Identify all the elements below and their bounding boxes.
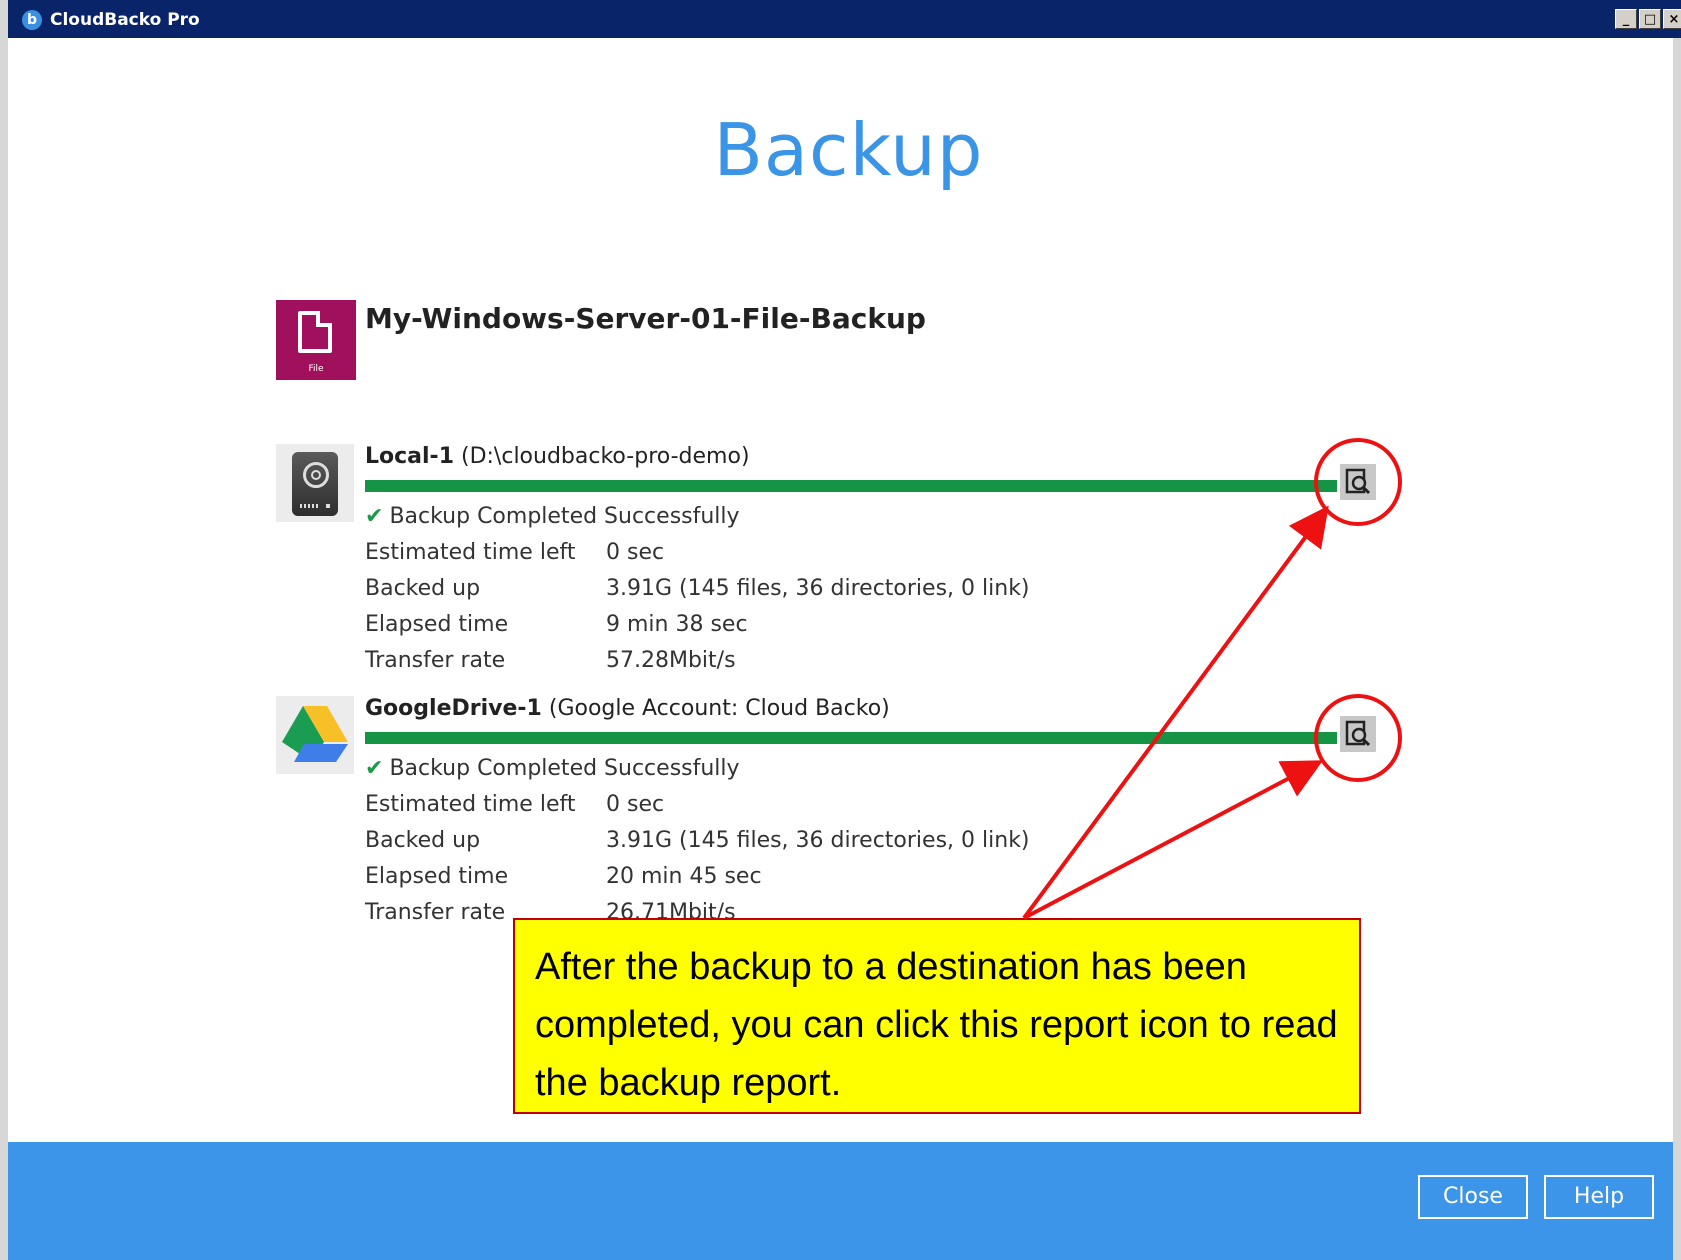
stat-value: 3.91G (145 files, 36 directories, 0 link… bbox=[606, 828, 1030, 853]
check-icon: ✔ bbox=[365, 504, 384, 529]
stat-value: 0 sec bbox=[606, 540, 665, 565]
help-button[interactable]: Help bbox=[1544, 1175, 1654, 1219]
stat-value: 20 min 45 sec bbox=[606, 864, 762, 889]
destination-name: Local-1 bbox=[365, 444, 454, 469]
app-window: b CloudBacko Pro _ □ × Backup File My-Wi… bbox=[0, 0, 1681, 1260]
status-text: ✔ Backup Completed Successfully bbox=[365, 504, 740, 529]
close-button[interactable]: Close bbox=[1418, 1175, 1528, 1219]
report-magnifier-icon bbox=[1345, 468, 1371, 495]
backup-set-name: My-Windows-Server-01-File-Backup bbox=[365, 302, 926, 335]
title-bar[interactable]: b CloudBacko Pro _ □ × bbox=[8, 0, 1681, 38]
hard-drive-icon bbox=[276, 444, 354, 522]
destination-detail: (Google Account: Cloud Backo) bbox=[548, 696, 890, 721]
window-controls: _ □ × bbox=[1615, 9, 1681, 29]
destination-detail: (D:\cloudbacko-pro-demo) bbox=[461, 444, 750, 469]
report-button[interactable] bbox=[1340, 464, 1376, 500]
cloudbacko-logo-icon: b bbox=[22, 10, 42, 30]
destination-title: Local-1 (D:\cloudbacko-pro-demo) bbox=[365, 444, 750, 469]
status-label: Backup Completed Successfully bbox=[389, 504, 740, 529]
stat-label: Transfer rate bbox=[365, 900, 506, 925]
stat-label: Elapsed time bbox=[365, 864, 509, 889]
maximize-button[interactable]: □ bbox=[1639, 9, 1661, 29]
report-button[interactable] bbox=[1340, 716, 1376, 752]
check-icon: ✔ bbox=[365, 756, 384, 781]
stat-label: Elapsed time bbox=[365, 612, 509, 637]
progress-bar bbox=[365, 732, 1337, 744]
stat-label: Estimated time left bbox=[365, 792, 576, 817]
stat-value: 9 min 38 sec bbox=[606, 612, 748, 637]
google-drive-icon bbox=[276, 696, 354, 774]
destination-googledrive-1: GoogleDrive-1 (Google Account: Cloud Bac… bbox=[276, 696, 1426, 926]
page-title: Backup bbox=[713, 108, 984, 192]
status-label: Backup Completed Successfully bbox=[389, 756, 740, 781]
destination-name: GoogleDrive-1 bbox=[365, 696, 542, 721]
stat-value: 0 sec bbox=[606, 792, 665, 817]
progress-bar bbox=[365, 480, 1337, 492]
annotation-callout: After the backup to a destination has be… bbox=[513, 918, 1361, 1114]
stat-label: Backed up bbox=[365, 576, 481, 601]
stat-label: Backed up bbox=[365, 828, 481, 853]
minimize-button[interactable]: _ bbox=[1615, 9, 1637, 29]
stat-label: Transfer rate bbox=[365, 648, 506, 673]
stat-value: 57.28Mbit/s bbox=[606, 648, 736, 673]
file-icon-label: File bbox=[308, 364, 324, 374]
status-text: ✔ Backup Completed Successfully bbox=[365, 756, 740, 781]
window-title: CloudBacko Pro bbox=[50, 10, 200, 30]
file-backup-set-icon: File bbox=[276, 300, 356, 380]
destination-title: GoogleDrive-1 (Google Account: Cloud Bac… bbox=[365, 696, 890, 721]
report-magnifier-icon bbox=[1345, 720, 1371, 747]
stat-label: Estimated time left bbox=[365, 540, 576, 565]
footer-bar: Close Help bbox=[8, 1142, 1673, 1260]
destination-local-1: Local-1 (D:\cloudbacko-pro-demo) ✔ Backup… bbox=[276, 444, 1426, 674]
close-window-button[interactable]: × bbox=[1663, 9, 1681, 29]
stat-value: 3.91G (145 files, 36 directories, 0 link… bbox=[606, 576, 1030, 601]
